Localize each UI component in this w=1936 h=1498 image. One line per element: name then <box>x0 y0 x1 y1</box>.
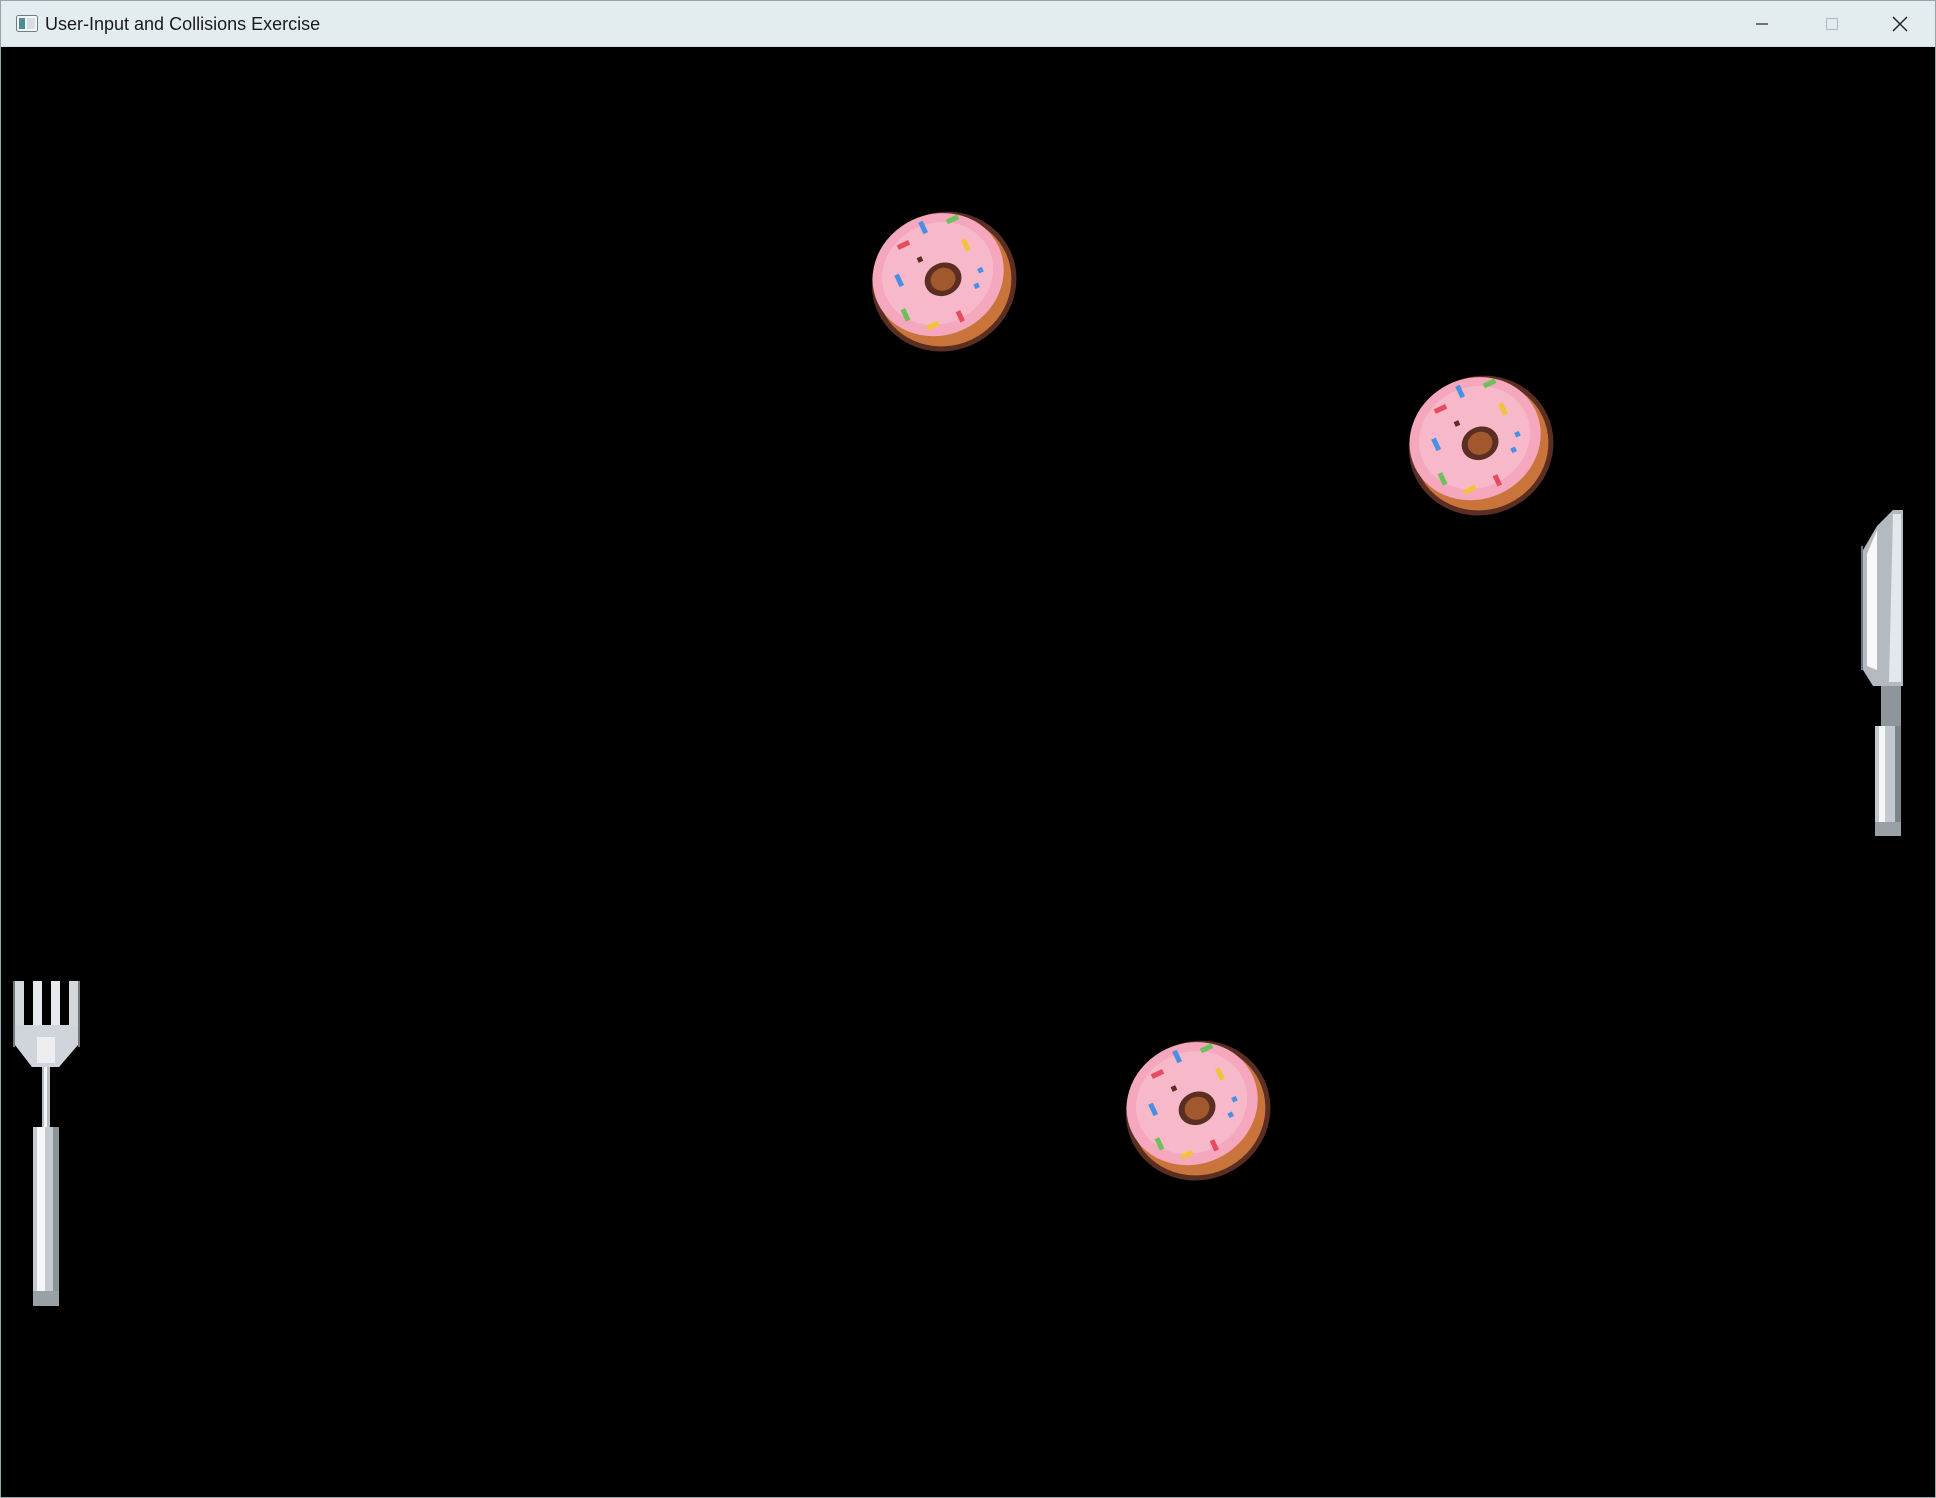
game-canvas[interactable] <box>1 47 1935 1497</box>
close-button[interactable] <box>1865 1 1935 47</box>
donut-icon <box>1118 1028 1274 1184</box>
donut-icon <box>1401 363 1557 519</box>
minimize-button[interactable] <box>1727 1 1797 47</box>
knife-icon <box>1861 510 1903 836</box>
maximize-button[interactable] <box>1797 1 1867 47</box>
window-title: User-Input and Collisions Exercise <box>45 14 321 34</box>
fork-icon <box>13 981 80 1306</box>
close-icon <box>1892 16 1908 32</box>
donut-icon <box>864 199 1020 355</box>
title-bar[interactable]: User-Input and Collisions Exercise <box>1 1 1935 47</box>
maximize-icon <box>1825 17 1839 31</box>
window-app-icon <box>16 15 38 32</box>
app-window: User-Input and Collisions Exercise <box>0 0 1936 1498</box>
minimize-icon <box>1756 23 1768 25</box>
